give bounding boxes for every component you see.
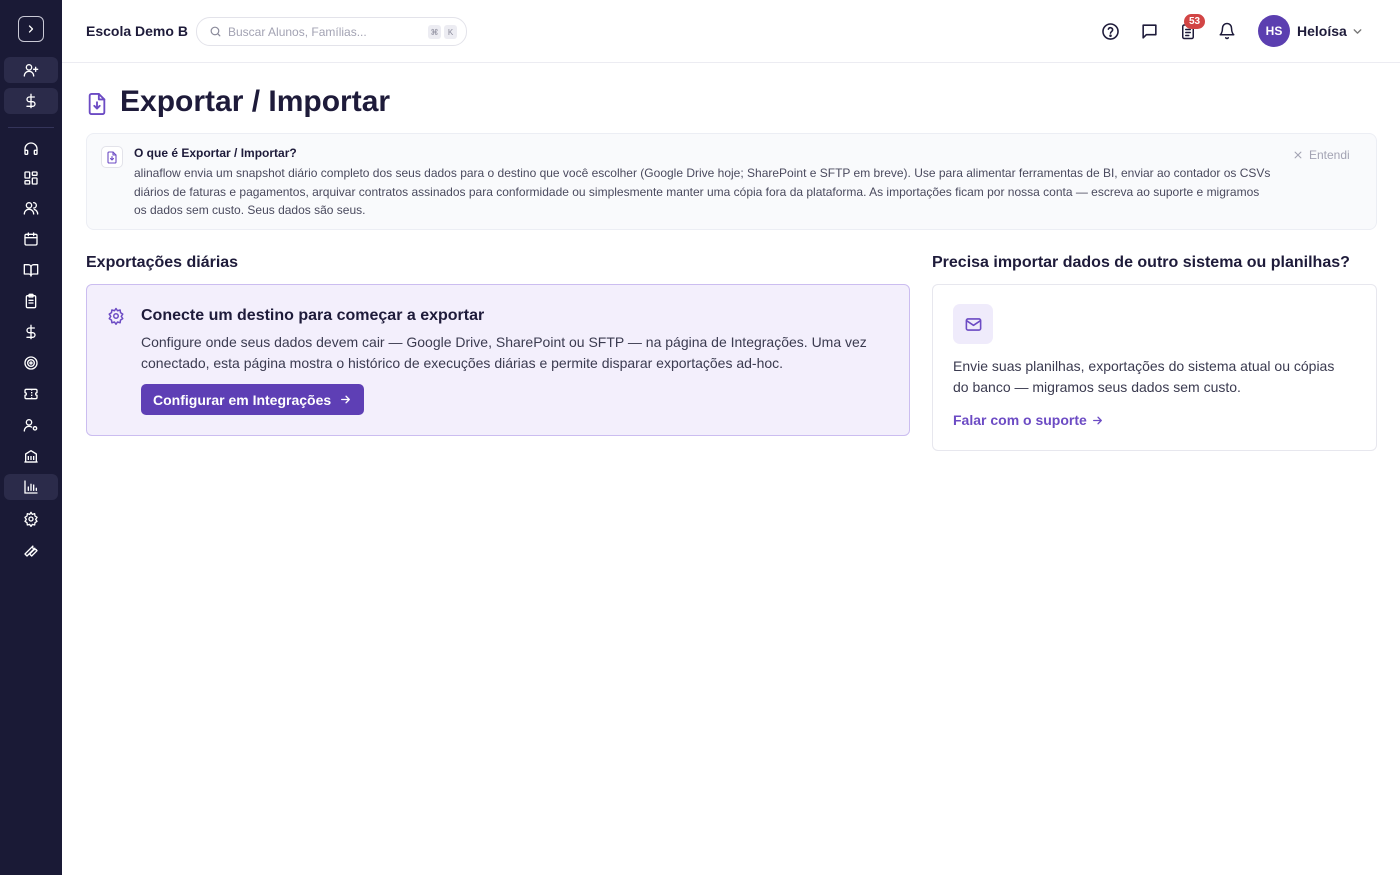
- import-card: Envie suas planilhas, exportações do sis…: [932, 284, 1377, 451]
- export-card-body: Configure onde seus dados devem cair — G…: [141, 334, 867, 371]
- user-cog-icon: [23, 419, 38, 432]
- info-banner: O que é Exportar / Importar? alinaflow e…: [86, 133, 1377, 230]
- info-body: alinaflow envia um snapshot diário compl…: [134, 166, 1271, 217]
- dismiss-label: Entendi: [1309, 148, 1350, 162]
- page-title: Exportar / Importar: [120, 85, 391, 118]
- search-input[interactable]: [228, 24, 418, 39]
- users-icon: [23, 202, 39, 215]
- sidebar-item-settings[interactable]: [4, 506, 58, 532]
- dollar-icon: [26, 93, 36, 109]
- mail-icon: [953, 304, 993, 344]
- search-icon: [210, 26, 221, 37]
- configure-integrations-button[interactable]: Configurar em Integrações: [141, 384, 365, 415]
- gear-icon: [24, 511, 38, 527]
- sidebar-item-reports[interactable]: [4, 474, 58, 500]
- top-header: Escola Demo B ⌘ K 53 HS Heloísa: [62, 0, 1400, 63]
- sidebar-item-tools[interactable]: [4, 537, 58, 563]
- contact-support-link[interactable]: Falar com o suporte: [953, 412, 1104, 428]
- info-title: O que é Exportar / Importar?: [134, 146, 297, 160]
- sidebar-item-add-user[interactable]: [4, 57, 58, 83]
- file-download-icon: [88, 92, 106, 115]
- gear-icon: [108, 307, 124, 325]
- calendar-icon: [24, 232, 38, 246]
- imports-heading: Precisa importar dados de outro sistema …: [932, 254, 1350, 271]
- user-name[interactable]: Heloísa: [1297, 23, 1347, 39]
- target-icon: [24, 356, 38, 370]
- contact-support-label: Falar com o suporte: [953, 412, 1087, 428]
- help-button[interactable]: [1100, 21, 1120, 41]
- help-circle-icon: [1101, 22, 1119, 40]
- user-plus-icon: [23, 63, 39, 77]
- sidebar-item-school[interactable]: [4, 443, 58, 469]
- clipboard-icon: [25, 293, 37, 309]
- sidebar-item-support[interactable]: [4, 136, 58, 162]
- notifications-button[interactable]: [1217, 21, 1237, 41]
- sidebar-item-calendar[interactable]: [4, 226, 58, 252]
- export-setup-card: Conecte um destino para começar a export…: [86, 284, 910, 436]
- headset-icon: [24, 142, 38, 155]
- kbd-cmd: ⌘: [428, 25, 441, 39]
- sidebar-item-finance[interactable]: [4, 319, 58, 345]
- sidebar-item-people[interactable]: [4, 195, 58, 221]
- bell-icon: [1219, 22, 1235, 40]
- global-search[interactable]: ⌘ K: [196, 17, 467, 46]
- kbd-k: K: [444, 25, 457, 39]
- arrow-right-icon: [1092, 416, 1102, 424]
- exports-heading: Exportações diárias: [86, 254, 239, 271]
- tasks-count-badge: 53: [1184, 14, 1205, 29]
- building-icon: [24, 450, 38, 463]
- info-file-icon: [101, 146, 123, 168]
- chevron-right-icon: [28, 25, 34, 33]
- import-card-body: Envie suas planilhas, exportações do sis…: [953, 358, 1335, 395]
- sidebar-item-user-settings[interactable]: [4, 412, 58, 438]
- sidebar-item-dashboard[interactable]: [4, 165, 58, 191]
- chevron-down-icon[interactable]: [1351, 25, 1364, 38]
- dismiss-button[interactable]: Entendi: [1293, 148, 1350, 162]
- export-card-title: Conecte um destino para começar a export…: [141, 307, 485, 324]
- arrow-right-icon: [341, 395, 351, 404]
- school-name[interactable]: Escola Demo B: [86, 23, 188, 39]
- sidebar-item-tickets[interactable]: [4, 381, 58, 407]
- messages-button[interactable]: [1139, 21, 1159, 41]
- sidebar-item-goals[interactable]: [4, 350, 58, 376]
- message-square-icon: [1141, 23, 1157, 39]
- dashboard-grid-icon: [24, 171, 38, 185]
- bar-chart-icon: [24, 480, 38, 494]
- sidebar-item-courses[interactable]: [4, 257, 58, 283]
- sidebar-divider: [8, 127, 54, 128]
- close-icon: [1294, 151, 1302, 159]
- wrench-icon: [24, 545, 38, 557]
- configure-integrations-label: Configurar em Integrações: [153, 391, 332, 408]
- dollar-icon: [26, 324, 36, 340]
- user-avatar[interactable]: HS: [1258, 15, 1290, 47]
- sidebar-item-billing[interactable]: [4, 88, 58, 114]
- book-open-icon: [23, 264, 39, 277]
- sidebar-item-tasks[interactable]: [4, 288, 58, 314]
- ticket-icon: [24, 388, 38, 400]
- sidebar: [0, 0, 62, 875]
- sidebar-expand-button[interactable]: [18, 16, 44, 42]
